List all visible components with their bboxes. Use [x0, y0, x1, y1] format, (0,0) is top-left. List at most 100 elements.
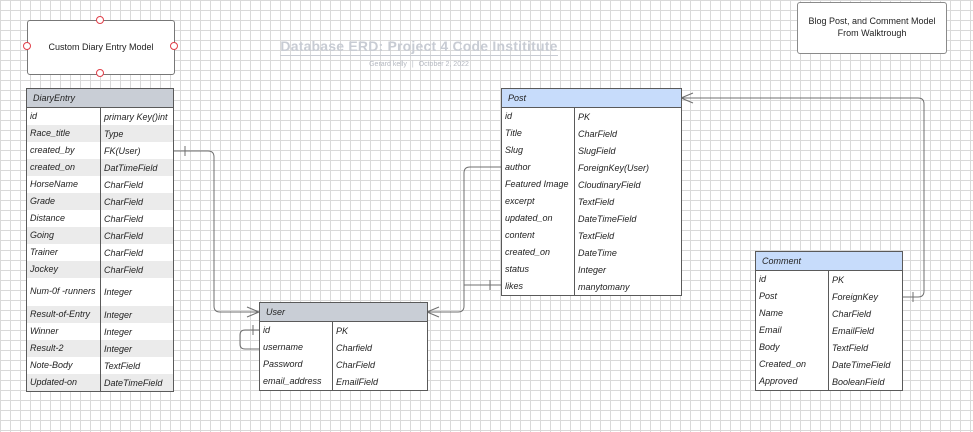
diagram-canvas[interactable]: Database ERD: Project 4 Code Instititute… — [0, 0, 973, 432]
entity-row[interactable]: created_by FK(User) — [27, 142, 173, 159]
field-name: Slug — [502, 142, 575, 159]
entity-row[interactable]: Going CharField — [27, 227, 173, 244]
entity-row[interactable]: likes manytomany — [502, 278, 681, 295]
note-walkthrough[interactable]: Blog Post, and Comment Model From Walktr… — [797, 2, 947, 54]
field-name: Winner — [27, 323, 101, 340]
field-name: Created_on — [756, 356, 829, 373]
field-type: ForeignKey — [832, 291, 879, 302]
field-name: Title — [502, 125, 575, 142]
entity-header: Comment — [756, 252, 902, 271]
entity-row[interactable]: Email EmailField — [756, 322, 902, 339]
field-name: Trainer — [27, 244, 101, 261]
crow-foot-user-left — [246, 306, 260, 318]
field-name: Post — [756, 288, 829, 305]
entity-post[interactable]: Post id PK Title CharField Slug SlugField autho… — [501, 88, 682, 296]
field-name: Jockey — [27, 261, 101, 278]
entity-row[interactable]: updated_on DateTimeField — [502, 210, 681, 227]
entity-row[interactable]: id PK — [756, 271, 902, 288]
entity-diary-entry[interactable]: DiaryEntry id primary Key()int Race_title Ty… — [26, 88, 174, 392]
entity-row[interactable]: Slug SlugField — [502, 142, 681, 159]
entity-row[interactable]: Race_title Type — [27, 125, 173, 142]
field-type: CharField — [336, 359, 376, 370]
entity-row[interactable]: Body TextField — [756, 339, 902, 356]
field-type: DateTime — [578, 247, 617, 258]
entity-row[interactable]: id primary Key()int — [27, 108, 173, 125]
crow-foot-post — [680, 92, 694, 104]
field-name: Approved — [756, 373, 829, 390]
field-type: DateTimeField — [578, 213, 637, 224]
entity-row[interactable]: Winner Integer — [27, 323, 173, 340]
entity-row[interactable]: Approved BooleanField — [756, 373, 902, 390]
entity-row[interactable]: Result-of-Entry Integer — [27, 306, 173, 323]
entity-row[interactable]: Trainer CharField — [27, 244, 173, 261]
entity-row[interactable]: excerpt TextField — [502, 193, 681, 210]
field-type: Type — [104, 128, 124, 139]
field-name: Race_title — [27, 125, 101, 142]
field-name: Password — [260, 356, 333, 373]
entity-row[interactable]: Grade CharField — [27, 193, 173, 210]
field-type: CharField — [104, 196, 144, 207]
entity-row[interactable]: Created_on DateTimeField — [756, 356, 902, 373]
entity-header: User — [260, 303, 427, 322]
field-name: username — [260, 339, 333, 356]
field-type: ForeignKey(User) — [578, 162, 650, 173]
entity-user[interactable]: User id PK username Charfield Password CharFie… — [259, 302, 428, 391]
entity-row[interactable]: Jockey CharField — [27, 261, 173, 278]
entity-row[interactable]: created_on DatTimeField — [27, 159, 173, 176]
entity-row[interactable]: Distance CharField — [27, 210, 173, 227]
field-type: CharField — [104, 213, 144, 224]
field-type: CharField — [104, 230, 144, 241]
field-type: PK — [578, 111, 591, 122]
entity-row[interactable]: created_on DateTime — [502, 244, 681, 261]
entity-row[interactable]: Title CharField — [502, 125, 681, 142]
field-type: CharField — [832, 308, 872, 319]
entity-row[interactable]: author ForeignKey(User) — [502, 159, 681, 176]
field-type: Integer — [104, 287, 133, 297]
selection-handle-right[interactable] — [170, 42, 178, 50]
field-name: created_on — [27, 159, 101, 176]
entity-row[interactable]: Note-Body TextField — [27, 357, 173, 374]
entity-row[interactable]: id PK — [260, 322, 427, 339]
entity-row[interactable]: Featured Image CloudinaryField — [502, 176, 681, 193]
field-name: updated_on — [502, 210, 575, 227]
field-name: Featured Image — [502, 176, 575, 193]
field-name: created_on — [502, 244, 575, 261]
entity-row[interactable]: email_address EmailField — [260, 373, 427, 390]
entity-row[interactable]: Result-2 Integer — [27, 340, 173, 357]
entity-row[interactable]: Post ForeignKey — [756, 288, 902, 305]
selection-handle-bottom[interactable] — [96, 69, 104, 77]
field-name: Email — [756, 322, 829, 339]
field-type: CloudinaryField — [578, 179, 641, 190]
entity-comment[interactable]: Comment id PK Post ForeignKey Name CharField Em… — [755, 251, 903, 391]
note-custom-diary-model[interactable]: Custom Diary Entry Model — [27, 20, 175, 75]
field-type: primary Key()int — [104, 111, 168, 122]
entity-row[interactable]: Num-0f -runners Integer — [27, 278, 173, 306]
entity-row[interactable]: status Integer — [502, 261, 681, 278]
entity-row[interactable]: HorseName CharField — [27, 176, 173, 193]
entity-header: Post — [502, 89, 681, 108]
entity-row[interactable]: Updated-on DateTimeField — [27, 374, 173, 391]
selection-handle-top[interactable] — [96, 16, 104, 24]
field-name: email_address — [260, 373, 333, 390]
entity-row[interactable]: username Charfield — [260, 339, 427, 356]
field-type: DateTimeField — [832, 359, 891, 370]
document-date: October 2, 2022 — [418, 61, 469, 68]
document-title-block: Database ERD: Project 4 Code Instititute… — [260, 38, 578, 68]
field-type: FK(User) — [104, 145, 141, 156]
field-name: Num-0f -runners — [27, 278, 101, 306]
field-type: Integer — [104, 326, 133, 337]
field-type: manytomany — [578, 281, 630, 292]
field-type: TextField — [832, 342, 869, 353]
document-byline: Gerard kelly | October 2, 2022 — [260, 61, 578, 68]
entity-row[interactable]: Password CharField — [260, 356, 427, 373]
field-name: id — [260, 322, 333, 339]
entity-row[interactable]: Name CharField — [756, 305, 902, 322]
field-name: Distance — [27, 210, 101, 227]
entity-row[interactable]: content TextField — [502, 227, 681, 244]
selection-handle-left[interactable] — [23, 42, 31, 50]
field-type: PK — [336, 325, 349, 336]
entity-row[interactable]: id PK — [502, 108, 681, 125]
field-name: id — [502, 108, 575, 125]
field-type: Integer — [104, 343, 133, 354]
field-name: excerpt — [502, 193, 575, 210]
